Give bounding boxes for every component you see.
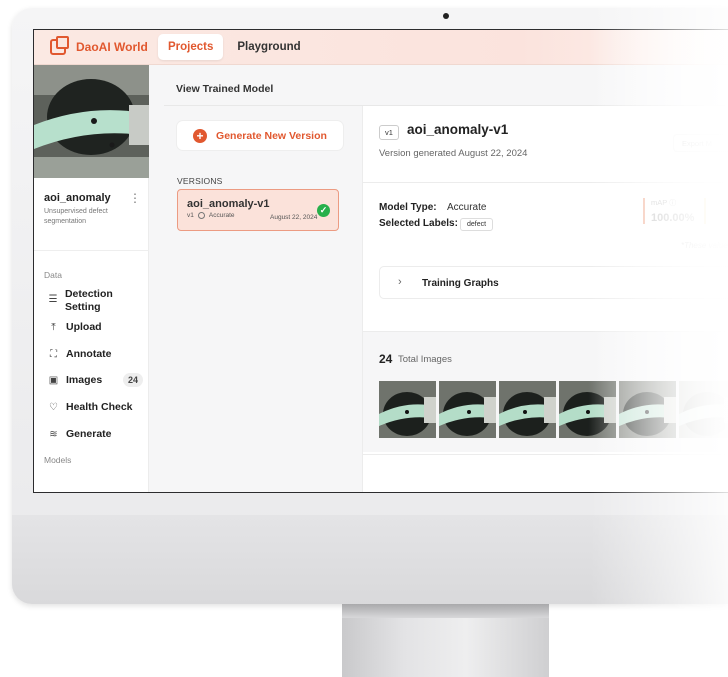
selected-labels-label: Selected Labels: bbox=[379, 218, 458, 229]
total-images-count: 24 bbox=[379, 352, 393, 366]
total-images-label: Total Images bbox=[398, 354, 452, 365]
metric-value: 100.00% bbox=[651, 212, 695, 224]
image-thumbnail[interactable] bbox=[439, 381, 496, 438]
project-thumbnail bbox=[34, 65, 149, 178]
main-nav: Projects Playground bbox=[158, 34, 315, 60]
check-circle-icon: ✓ bbox=[317, 204, 330, 217]
sidebar-item-label: Health Check bbox=[66, 401, 133, 413]
top-navbar: DaoAI World Projects Playground bbox=[34, 30, 728, 65]
sidebar-item-label: Generate bbox=[66, 428, 112, 440]
metric-accent-bar bbox=[643, 198, 645, 224]
export-model-button[interactable]: Export M bbox=[673, 134, 728, 152]
version-date: August 22, 2024 bbox=[270, 214, 318, 221]
section-data: Data bbox=[44, 270, 62, 280]
sidebar-item-label: Images bbox=[66, 374, 103, 386]
sidebar-item-generate[interactable]: ≋ Generate bbox=[48, 428, 143, 440]
image-thumbnail[interactable] bbox=[679, 381, 728, 438]
image-thumbnail[interactable] bbox=[499, 381, 556, 438]
version-title: aoi_anomaly-v1 bbox=[187, 198, 270, 210]
generate-new-version-button[interactable]: + Generate New Version bbox=[177, 121, 343, 150]
model-type-label: Model Type: bbox=[379, 202, 437, 213]
version-tag: v1 bbox=[187, 212, 194, 219]
sidebar-item-detection-setting[interactable]: ☰ Detection Setting bbox=[48, 288, 143, 314]
project-name: aoi_anomaly bbox=[44, 192, 111, 204]
sidebar-item-label: Annotate bbox=[66, 348, 112, 360]
image-thumbnails bbox=[379, 381, 728, 438]
sidebar-item-upload[interactable]: ⤒ Upload bbox=[48, 321, 143, 333]
heart-icon: ♡ bbox=[49, 401, 58, 413]
list-icon: ☰ bbox=[48, 294, 58, 305]
plus-circle-icon: + bbox=[193, 128, 208, 143]
image-thumbnail[interactable] bbox=[559, 381, 616, 438]
monitor-stand-neck bbox=[342, 604, 549, 618]
images-count-badge: 24 bbox=[122, 373, 143, 387]
version-type: Accurate bbox=[208, 212, 235, 219]
model-title: aoi_anomaly-v1 bbox=[407, 122, 509, 137]
version-meta: v1 Accurate bbox=[187, 212, 235, 219]
nav-projects[interactable]: Projects bbox=[158, 34, 224, 60]
app-name: DaoAI World bbox=[76, 40, 148, 54]
app-screen: DaoAI World Projects Playground aoi_anom… bbox=[33, 29, 728, 493]
monitor-chin bbox=[12, 515, 728, 604]
main-content: View Trained Model + Generate New Versio… bbox=[149, 65, 728, 492]
sidebar-item-label: Upload bbox=[66, 321, 102, 333]
sidebar-item-images[interactable]: ▣ Images 24 bbox=[48, 373, 143, 387]
image-thumbnail[interactable] bbox=[379, 381, 436, 438]
section-models: Models bbox=[44, 455, 72, 465]
project-description: Unsupervised defect segmentation bbox=[44, 208, 108, 225]
training-graphs-label: Training Graphs bbox=[422, 278, 499, 289]
tab-view-trained-model[interactable]: View Trained Model bbox=[176, 83, 273, 95]
layers-icon: ≋ bbox=[49, 428, 58, 440]
training-graphs-accordion[interactable]: › Training Graphs bbox=[379, 266, 728, 299]
annotate-icon: ⛶ bbox=[50, 348, 57, 360]
metrics-note: *These values are the c evaluati bbox=[680, 241, 728, 250]
panel-divider bbox=[363, 454, 728, 455]
gauge-icon bbox=[197, 212, 205, 219]
daoai-logo-icon bbox=[50, 36, 69, 55]
image-thumbnail[interactable] bbox=[619, 381, 676, 438]
versions-heading: VERSIONS bbox=[177, 176, 223, 186]
model-detail-panel: v1 aoi_anomaly-v1 Version generated Augu… bbox=[362, 106, 728, 492]
model-generated-date: Version generated August 22, 2024 bbox=[379, 148, 528, 159]
model-type-value: Accurate bbox=[447, 202, 487, 213]
metric-name: mAP ⓘ bbox=[651, 198, 677, 207]
sidebar-item-label: Detection Setting bbox=[64, 288, 113, 313]
nav-playground[interactable]: Playground bbox=[227, 34, 310, 60]
label-chip-defect: defect bbox=[460, 218, 494, 231]
app-logo[interactable]: DaoAI World bbox=[50, 36, 158, 55]
metric-accent-bar-2 bbox=[704, 198, 706, 224]
project-sidebar: aoi_anomaly ⋮ Unsupervised defect segmen… bbox=[34, 65, 149, 492]
generate-button-label: Generate New Version bbox=[216, 129, 327, 142]
sidebar-item-health-check[interactable]: ♡ Health Check bbox=[48, 401, 143, 413]
sidebar-item-annotate[interactable]: ⛶ Annotate bbox=[48, 348, 143, 360]
version-card[interactable]: aoi_anomaly-v1 v1 Accurate August 22, 20… bbox=[177, 189, 339, 231]
sidebar-divider bbox=[34, 250, 149, 251]
version-tag-pill: v1 bbox=[379, 125, 399, 140]
kebab-menu-icon[interactable]: ⋮ bbox=[129, 191, 141, 205]
upload-icon: ⤒ bbox=[51, 321, 56, 333]
image-icon: ▣ bbox=[48, 374, 59, 386]
chevron-right-icon: › bbox=[398, 276, 402, 288]
panel-divider bbox=[363, 182, 728, 183]
camera-dot bbox=[443, 13, 449, 19]
info-icon: ⓘ bbox=[669, 200, 677, 207]
